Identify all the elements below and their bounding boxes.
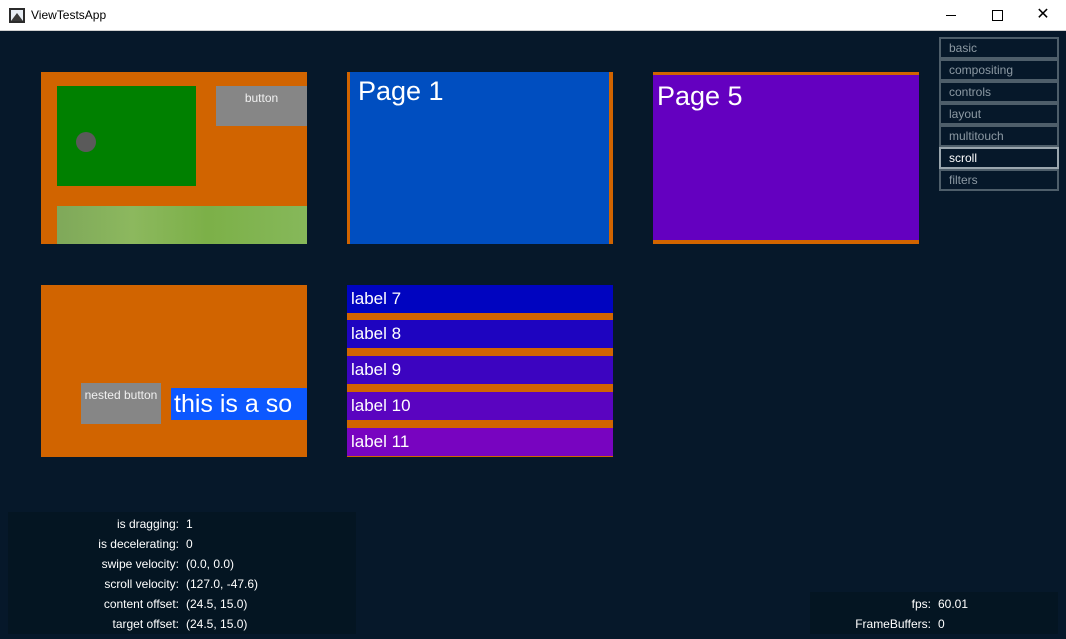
perf-stats-panel: fps: 60.01 FrameBuffers: 0 [810,592,1058,634]
stat-value: 1 [186,517,193,531]
stat-value: (127.0, -47.6) [186,577,259,591]
list-item[interactable]: label 10 [347,392,613,420]
list-item[interactable]: label 7 [347,285,613,313]
stat-value: (24.5, 15.0) [186,617,248,631]
maximize-icon [992,10,1003,21]
menu-item-controls[interactable]: controls [939,81,1059,103]
window-titlebar: ViewTestsApp ✕ [0,0,1066,31]
maximize-button[interactable] [974,0,1020,31]
list-item[interactable]: label 9 [347,356,613,384]
demo-button[interactable]: button [216,86,307,126]
stat-label: scroll velocity: [104,577,179,591]
long-text-label: this is a so [171,388,307,420]
scroll-view-basic[interactable]: button [41,72,307,244]
stat-label: content offset: [103,597,179,611]
menu-item-compositing[interactable]: compositing [939,59,1059,81]
stat-label: is decelerating: [98,537,179,551]
close-icon: ✕ [1036,6,1050,23]
stat-value: 0 [186,537,193,551]
perf-value: 0 [938,617,945,631]
page-1: Page 1 [350,72,609,244]
scroll-view-pager-horizontal[interactable]: Page 1 [347,72,613,244]
stat-label: is dragging: [116,517,179,531]
menu-item-layout[interactable]: layout [939,103,1059,125]
menu-item-basic[interactable]: basic [939,37,1059,59]
menu-item-filters[interactable]: filters [939,169,1059,191]
page-label: Page 5 [657,81,743,111]
circle-handle[interactable] [76,132,96,152]
perf-label: fps: [911,597,931,611]
list-item[interactable]: label 8 [347,320,613,348]
window-title: ViewTestsApp [31,8,107,22]
nested-button[interactable]: nested button [81,383,161,424]
minimize-icon [946,15,956,16]
stat-label: target offset: [112,617,180,631]
menu-item-scroll[interactable]: scroll [939,147,1059,169]
page-label: Page 1 [358,76,444,106]
scroll-view-nested[interactable]: nested button this is a so [41,285,307,457]
scroll-stats-panel: is dragging: 1 is decelerating: 0 swipe … [8,512,356,634]
stat-label: swipe velocity: [101,557,179,571]
list-item[interactable]: label 11 [347,428,613,456]
menu-item-multitouch[interactable]: multitouch [939,125,1059,147]
scroll-view-pager-vertical[interactable]: Page 5 [653,72,919,244]
minimize-button[interactable] [928,0,974,31]
stat-value: (24.5, 15.0) [186,597,248,611]
perf-value: 60.01 [938,597,969,611]
perf-label: FrameBuffers: [855,617,931,631]
stat-value: (0.0, 0.0) [186,557,235,571]
close-button[interactable]: ✕ [1020,0,1066,31]
image-strip [57,206,307,244]
app-icon [9,8,25,23]
scroll-view-list[interactable]: label 7 label 8 label 9 label 10 label 1… [347,285,613,457]
page-5: Page 5 [653,75,919,240]
